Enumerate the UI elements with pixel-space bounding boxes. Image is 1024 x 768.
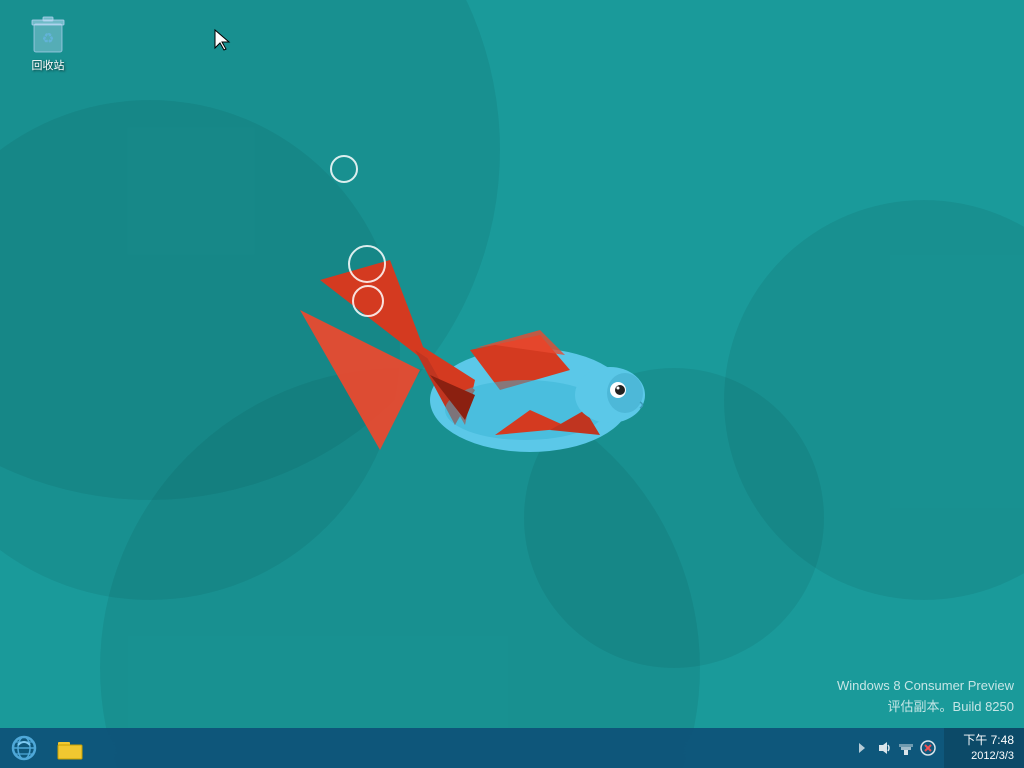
recycle-bin-label: 回收站	[32, 57, 65, 73]
svg-text:♻: ♻	[42, 30, 55, 46]
bubble-medium	[352, 285, 384, 317]
ie-taskbar-button[interactable]	[2, 728, 46, 768]
volume-tray-icon[interactable]	[876, 740, 892, 756]
bubble-large	[348, 245, 386, 283]
bubble-small	[330, 155, 358, 183]
desktop: ♻ 回收站	[0, 0, 1024, 768]
recycle-bin-graphic: ♻	[28, 10, 68, 54]
action-center-tray-icon[interactable]	[920, 740, 936, 756]
watermark-line2: 评估副本。Build 8250	[837, 697, 1014, 718]
file-explorer-taskbar-button[interactable]	[48, 728, 92, 768]
system-tray	[846, 740, 944, 756]
clock-date: 2012/3/3	[971, 749, 1014, 763]
fish-illustration	[300, 250, 720, 480]
taskbar: 下午 7:48 2012/3/3	[0, 728, 1024, 768]
watermark: Windows 8 Consumer Preview 评估副本。Build 82…	[837, 676, 1014, 718]
taskbar-right: 下午 7:48 2012/3/3	[846, 728, 1024, 768]
watermark-line1: Windows 8 Consumer Preview	[837, 676, 1014, 697]
recycle-bin-icon[interactable]: ♻ 回收站	[18, 10, 78, 73]
clock[interactable]: 下午 7:48 2012/3/3	[944, 728, 1024, 768]
network-tray-icon[interactable]	[898, 740, 914, 756]
taskbar-left	[0, 728, 92, 768]
show-hidden-icons-button[interactable]	[854, 740, 870, 756]
clock-time: 下午 7:48	[963, 733, 1014, 749]
